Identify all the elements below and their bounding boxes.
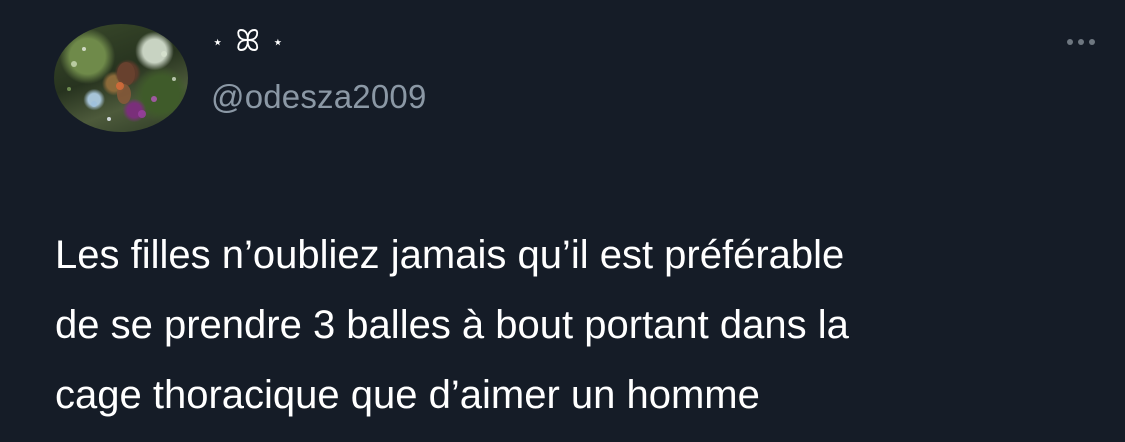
tweet-text-line: de se prendre 3 balles à bout portant da… xyxy=(55,303,849,347)
tweet-text-line: cage thoracique que d’aimer un homme xyxy=(55,373,760,417)
ellipsis-icon xyxy=(1067,39,1073,45)
flower-glyph-icon: ꕤ xyxy=(235,24,261,59)
user-handle[interactable]: @odesza2009 xyxy=(211,78,427,116)
tweet-text-line: Les filles n’oubliez jamais qu’il est pr… xyxy=(55,233,845,277)
star-left-icon: ⋆ xyxy=(212,32,224,52)
avatar[interactable] xyxy=(54,24,188,132)
ellipsis-icon xyxy=(1078,39,1084,45)
star-right-icon: ⋆ xyxy=(272,32,284,52)
display-name[interactable]: ⋆ ꕤ ⋆ xyxy=(212,22,284,62)
tweet-text: Les filles n’oubliez jamais qu’il est pr… xyxy=(55,220,1095,430)
avatar-photo xyxy=(67,47,176,121)
ellipsis-icon xyxy=(1089,39,1095,45)
more-options-button[interactable] xyxy=(1055,30,1107,54)
tweet-card: ⋆ ꕤ ⋆ @odesza2009 Les filles n’oubliez j… xyxy=(0,0,1125,442)
